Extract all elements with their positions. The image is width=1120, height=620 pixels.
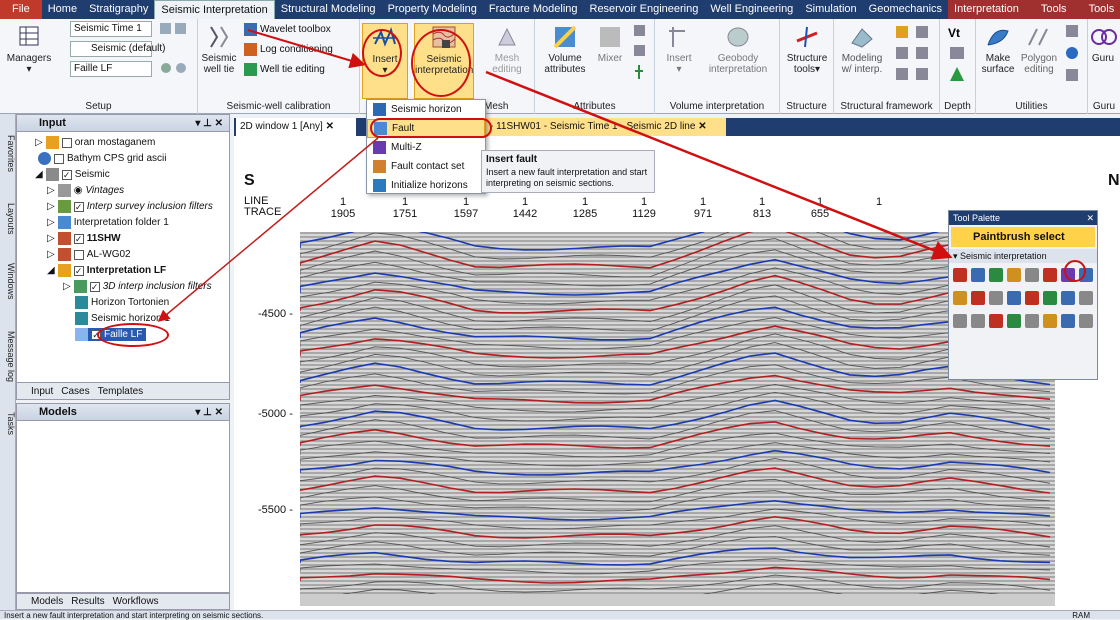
status-bar: Insert a new fault interpretation and st…: [0, 610, 1120, 620]
arrow: [485, 70, 953, 260]
arrow: [157, 137, 379, 322]
arrow: [247, 29, 366, 69]
annotation-arrows: [157, 29, 953, 322]
